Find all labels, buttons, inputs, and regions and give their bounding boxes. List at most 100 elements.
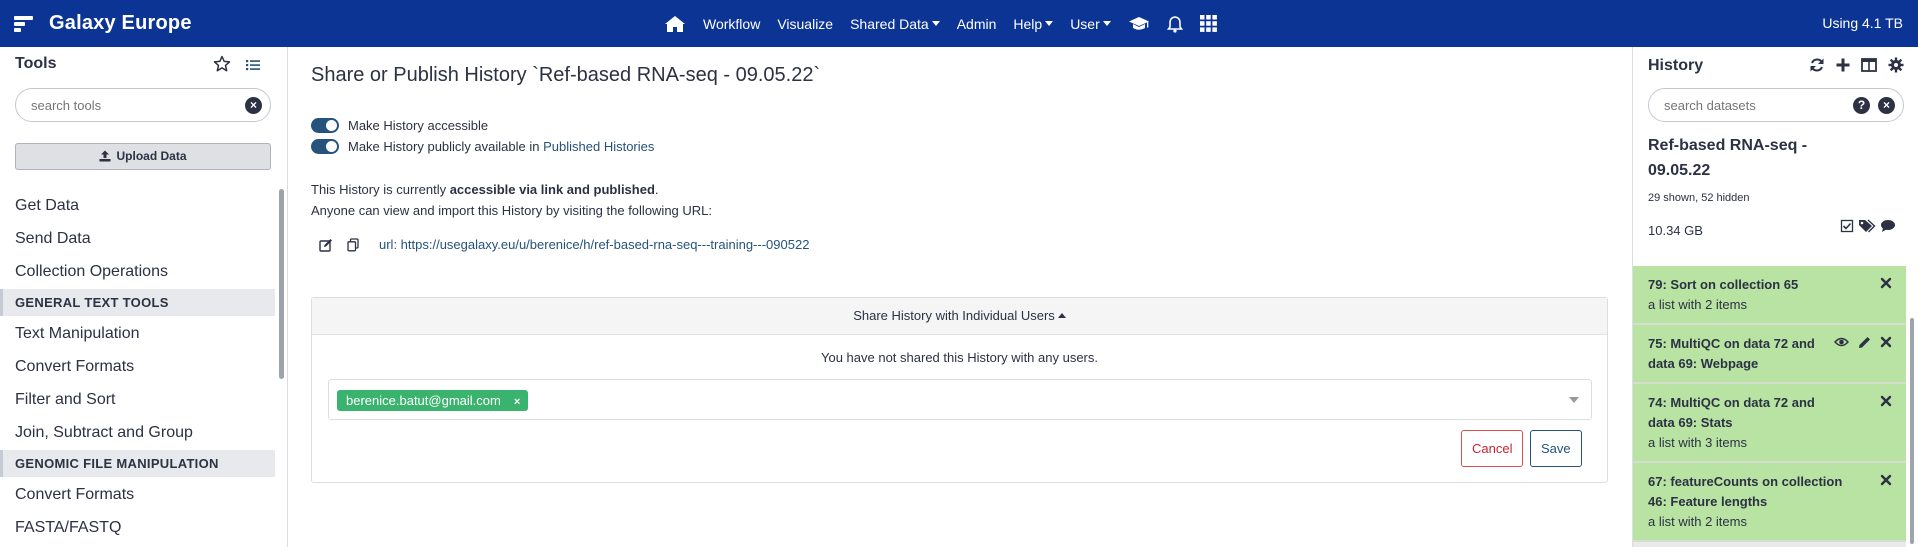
list-view-icon[interactable] — [245, 55, 261, 73]
nav-help[interactable]: Help — [1013, 16, 1054, 32]
center-panel: Share or Publish History `Ref-based RNA-… — [289, 47, 1631, 547]
help-icon[interactable]: ? — [1853, 97, 1870, 114]
user-tag: berenice.batut@gmail.com × — [337, 390, 529, 411]
tool-item[interactable]: Get Data — [0, 189, 275, 222]
tool-search-input[interactable] — [31, 89, 241, 121]
share-users-card: Share History with Individual Users You … — [311, 297, 1608, 483]
tool-item[interactable]: Text Manipulation — [0, 317, 275, 350]
history-search-input[interactable] — [1664, 89, 1854, 121]
history-counts: 29 shown, 52 hidden — [1648, 192, 1750, 204]
accessible-toggle-label: Make History accessible — [348, 118, 489, 133]
not-shared-message: You have not shared this History with an… — [821, 350, 1098, 365]
nav-user[interactable]: User — [1070, 16, 1111, 32]
select-items-icon[interactable] — [1840, 219, 1854, 233]
user-multiselect[interactable]: berenice.batut@gmail.com × — [328, 379, 1592, 420]
graduation-cap-icon[interactable] — [1128, 16, 1150, 32]
history-size[interactable]: 10.34 GB — [1648, 223, 1703, 238]
save-button[interactable]: Save — [1530, 430, 1582, 467]
tool-item[interactable]: FASTA/FASTQ — [0, 511, 275, 544]
dataset-actions — [1880, 277, 1892, 289]
chevron-down-icon[interactable] — [1569, 397, 1579, 403]
copy-icon[interactable] — [347, 237, 359, 252]
chevron-up-icon — [1057, 313, 1066, 318]
masthead: Galaxy Europe Workflow Visualize Shared … — [0, 0, 1918, 47]
dataset-item[interactable]: 74: MultiQC on data 72 and data 69: Stat… — [1633, 384, 1906, 463]
tool-panel-scrollbar[interactable] — [279, 189, 284, 379]
dataset-item[interactable]: 67: featureCounts on collection 46: Feat… — [1633, 463, 1906, 542]
dataset-title[interactable]: 75: MultiQC on data 72 and data 69: Webp… — [1648, 334, 1843, 374]
history-search: ? × — [1648, 88, 1904, 122]
nav-admin[interactable]: Admin — [957, 16, 997, 32]
dataset-title[interactable]: 74: MultiQC on data 72 and data 69: Stat… — [1648, 393, 1843, 433]
brand-title: Galaxy Europe — [49, 12, 192, 34]
nav-workflow[interactable]: Workflow — [703, 16, 760, 32]
tool-search: × — [15, 88, 271, 122]
chevron-down-icon — [1102, 21, 1111, 26]
chevron-down-icon — [931, 21, 940, 26]
publish-toggle[interactable] — [311, 139, 339, 154]
dataset-actions — [1834, 336, 1892, 349]
share-url-link[interactable]: url: https://usegalaxy.eu/u/berenice/h/r… — [379, 237, 809, 252]
nav-shared-data[interactable]: Shared Data — [850, 16, 940, 32]
close-icon[interactable] — [1880, 336, 1892, 349]
published-histories-link[interactable]: Published Histories — [543, 139, 654, 154]
columns-icon[interactable] — [1861, 57, 1877, 73]
main-nav: Workflow Visualize Shared Data Admin Hel… — [664, 0, 1234, 47]
history-name[interactable]: Ref-based RNA-seq - 09.05.22 — [1648, 133, 1848, 183]
dataset-subtitle: a list with 2 items — [1648, 297, 1747, 312]
brand[interactable]: Galaxy Europe — [14, 12, 192, 35]
publish-toggle-label: Make History publicly available in — [348, 139, 540, 154]
edit-icon[interactable] — [319, 238, 333, 252]
pencil-icon[interactable] — [1858, 336, 1871, 349]
cancel-button[interactable]: Cancel — [1461, 430, 1524, 467]
share-url-row: url: https://usegalaxy.eu/u/berenice/h/r… — [319, 237, 809, 252]
history-scrollbar[interactable] — [1909, 268, 1915, 544]
share-status: This History is currently accessible via… — [311, 179, 712, 221]
dataset-subtitle: a list with 3 items — [1648, 435, 1747, 450]
tool-section-header[interactable]: GENOMIC FILE MANIPULATION — [0, 450, 275, 477]
close-icon[interactable] — [1880, 474, 1892, 486]
plus-icon[interactable] — [1836, 57, 1850, 73]
upload-icon — [99, 150, 111, 162]
nav-visualize[interactable]: Visualize — [777, 16, 833, 32]
share-users-header[interactable]: Share History with Individual Users — [312, 298, 1607, 335]
dataset-actions — [1880, 474, 1892, 486]
dataset-subtitle: a list with 2 items — [1648, 514, 1747, 529]
close-icon[interactable] — [1880, 395, 1892, 407]
clear-search-icon[interactable]: × — [245, 97, 262, 114]
tool-item[interactable]: Filter and Sort — [0, 383, 275, 416]
dataset-title[interactable]: 67: featureCounts on collection 46: Feat… — [1648, 472, 1843, 512]
dataset-item[interactable]: 75: MultiQC on data 72 and data 69: Webp… — [1633, 325, 1906, 384]
dataset-title[interactable]: 79: Sort on collection 65 — [1648, 275, 1843, 295]
tool-item[interactable]: Join, Subtract and Group — [0, 416, 275, 449]
home-icon[interactable] — [664, 15, 686, 33]
dataset-item[interactable]: 79: Sort on collection 65 a list with 2 i… — [1633, 266, 1906, 325]
chevron-down-icon — [1045, 21, 1054, 26]
tool-panel-title: Tools — [15, 55, 57, 72]
clear-search-icon[interactable]: × — [1878, 97, 1895, 114]
gear-icon[interactable] — [1888, 57, 1904, 73]
history-title: History — [1648, 57, 1704, 74]
eye-icon[interactable] — [1834, 336, 1849, 349]
tool-panel-actions — [213, 55, 261, 73]
close-icon[interactable] — [1880, 277, 1892, 289]
remove-user-icon[interactable]: × — [514, 396, 520, 408]
quota-usage[interactable]: Using 4.1 TB — [1822, 15, 1903, 31]
tool-item[interactable]: Convert Formats — [0, 350, 275, 383]
tool-section-header[interactable]: GENERAL TEXT TOOLS — [0, 289, 275, 316]
grid-icon[interactable] — [1199, 15, 1217, 32]
tags-icon[interactable] — [1858, 219, 1876, 233]
tool-item[interactable]: Collection Operations — [0, 255, 275, 288]
bell-icon[interactable] — [1166, 15, 1183, 33]
upload-data-button[interactable]: Upload Data — [15, 143, 271, 170]
star-icon[interactable] — [213, 55, 231, 73]
status-bold: accessible via link and published — [449, 182, 655, 197]
accessible-toggle[interactable] — [311, 118, 339, 133]
dataset-actions — [1880, 395, 1892, 407]
refresh-icon[interactable] — [1809, 57, 1825, 73]
comment-icon[interactable] — [1880, 219, 1896, 233]
tool-list: Get Data Send Data Collection Operations GE… — [0, 189, 275, 544]
tool-item[interactable]: Convert Formats — [0, 478, 275, 511]
tool-item[interactable]: Send Data — [0, 222, 275, 255]
accessible-toggle-row: Make History accessible — [311, 118, 488, 133]
